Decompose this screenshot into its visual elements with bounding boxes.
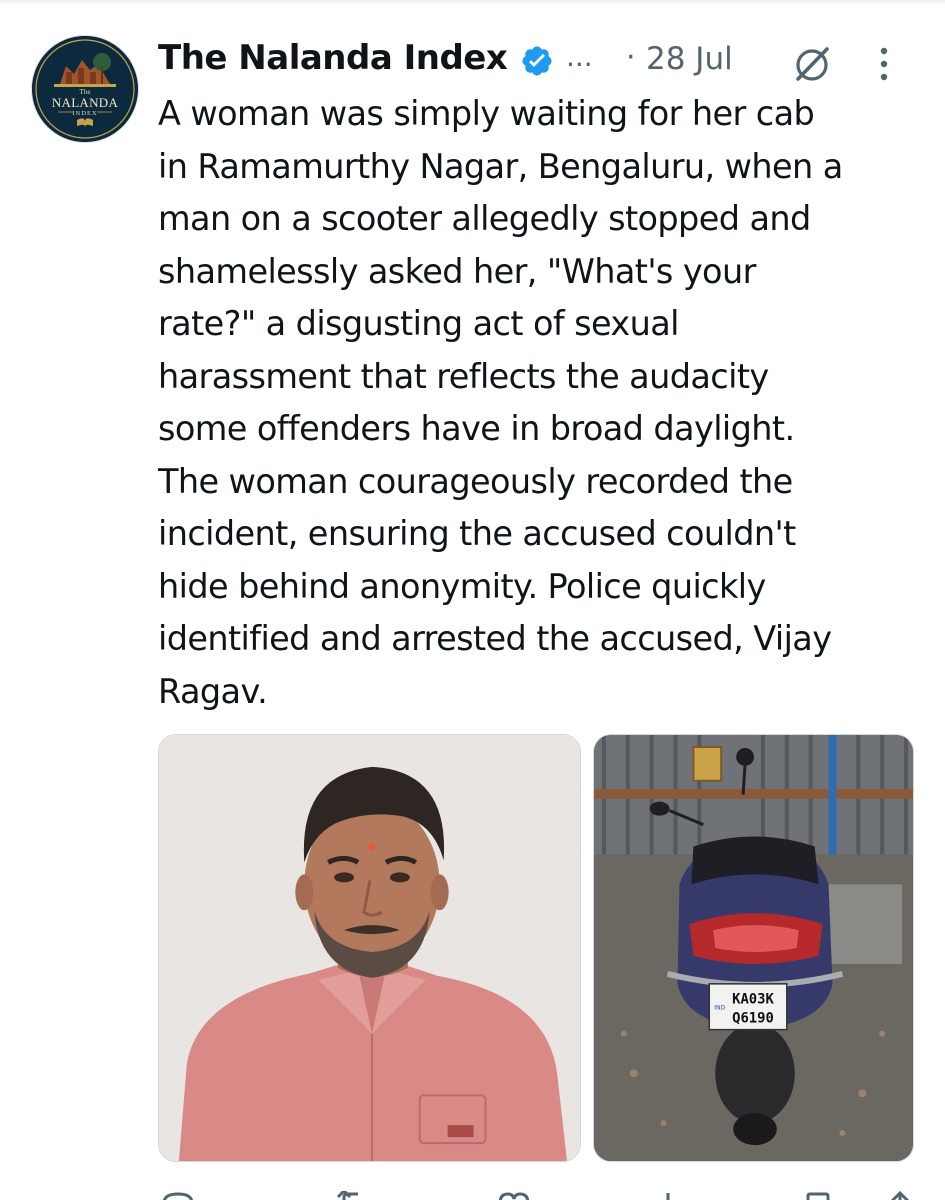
author-avatar[interactable]: The NALANDA INDEX: [32, 36, 138, 142]
author-name[interactable]: The Nalanda Index: [158, 38, 508, 78]
plate-line-2: Q6190: [732, 1011, 774, 1027]
grok-icon[interactable]: [790, 42, 834, 86]
share-icon[interactable]: [882, 1188, 918, 1200]
verified-badge-icon: [520, 44, 554, 78]
tweet-text-line: shamelessly asked her, "What's your: [158, 251, 756, 291]
tweet-text: A woman was simply waiting for her cab i…: [158, 88, 928, 718]
handle-truncated: ...: [566, 40, 593, 73]
tweet-text-line: identified and arrested the accused, Vij…: [158, 619, 832, 658]
tweet-action-bar: [158, 1188, 918, 1200]
tweet-text-line: hide behind anonymity. Police quickly: [158, 566, 766, 606]
more-vertical-icon[interactable]: [873, 44, 895, 84]
views-icon[interactable]: [658, 1188, 678, 1200]
tweet-media: IND KA03K Q6190: [158, 734, 914, 1162]
tweet-text-line: A woman was simply waiting for her cab: [158, 94, 815, 133]
scooter-photo[interactable]: IND KA03K Q6190: [593, 734, 914, 1162]
tweet-text-line: harassment that reflects the audacity: [158, 356, 769, 396]
tweet-text-line: rate?" a disgusting act of sexual: [158, 304, 679, 343]
tweet-text-line: incident, ensuring the accused couldn't: [158, 514, 796, 553]
tweet-text-line: in Ramamurthy Nagar, Bengaluru, when a: [158, 146, 843, 186]
tweet-date[interactable]: 28 Jul: [646, 41, 733, 77]
accused-photo[interactable]: [158, 734, 581, 1162]
tweet-header: The Nalanda Index ... · 28 Jul: [158, 38, 918, 86]
avatar-logo-main: NALANDA: [52, 95, 119, 110]
tweet-text-line: man on a scooter allegedly stopped and: [158, 199, 811, 238]
bookmark-icon[interactable]: [798, 1188, 838, 1200]
top-divider: [0, 0, 945, 3]
separator-dot: ·: [626, 40, 636, 75]
plate-side: IND: [714, 1005, 725, 1012]
avatar-logo-sub: INDEX: [72, 110, 97, 117]
heart-icon[interactable]: [494, 1188, 534, 1200]
retweet-icon[interactable]: [336, 1188, 376, 1200]
tweet-text-line: The woman courageously recorded the: [158, 461, 793, 501]
plate-line-1: KA03K: [732, 992, 774, 1008]
tweet-text-line: Ragav.: [158, 671, 268, 711]
reply-icon[interactable]: [158, 1188, 198, 1200]
tweet-text-line: some offenders have in broad daylight.: [158, 409, 795, 448]
